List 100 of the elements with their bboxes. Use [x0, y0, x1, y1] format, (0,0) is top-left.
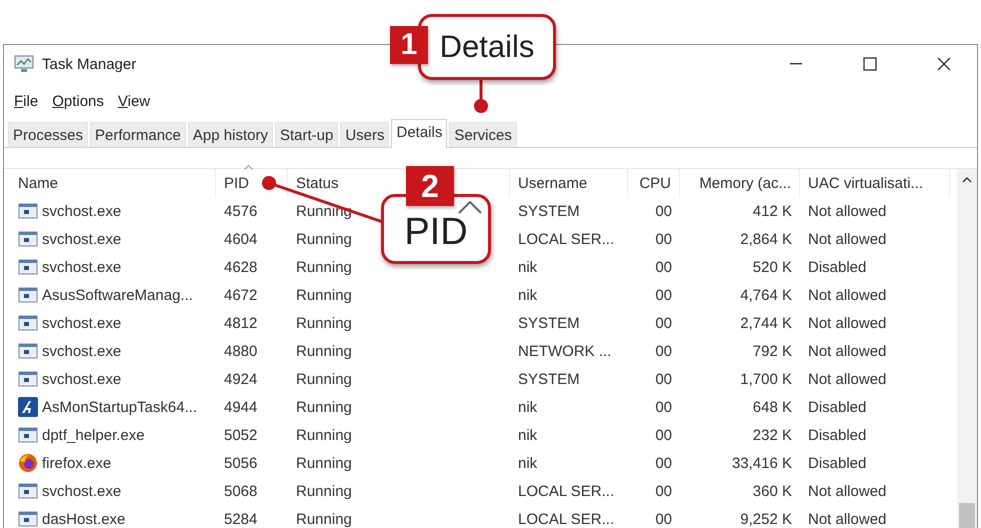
table-cell: 4812 — [224, 314, 258, 332]
table-cell: svchost.exe — [42, 230, 122, 248]
scroll-thumb[interactable] — [959, 503, 975, 528]
table-cell: svchost.exe — [42, 342, 122, 360]
startup-app-icon — [18, 397, 38, 417]
table-cell: Not allowed — [808, 510, 886, 528]
table-cell: 232 K — [752, 426, 792, 444]
table-cell: nik — [518, 454, 538, 472]
table-cell: dasHost.exe — [42, 510, 126, 528]
table-cell: Not allowed — [808, 482, 886, 500]
table-cell: Running — [296, 342, 352, 360]
table-cell: svchost.exe — [42, 258, 122, 276]
table-cell: Running — [296, 454, 352, 472]
table-cell: 2,864 K — [740, 230, 792, 248]
table-cell: 4,764 K — [740, 286, 792, 304]
window-title: Task Manager — [42, 56, 136, 72]
window-icon — [18, 231, 38, 247]
table-cell: Running — [296, 482, 352, 500]
table-cell: 00 — [655, 286, 672, 304]
table-cell: Running — [296, 286, 352, 304]
tab[interactable]: Services — [449, 122, 517, 147]
table-cell: SYSTEM — [518, 370, 580, 388]
table-cell: Disabled — [808, 398, 866, 416]
table-cell: Not allowed — [808, 342, 886, 360]
table-cell: 1,700 K — [740, 370, 792, 388]
table-cell: 5052 — [224, 426, 258, 444]
scrollbar[interactable] — [957, 169, 977, 528]
table-cell: dptf_helper.exe — [42, 426, 145, 444]
table-cell: 360 K — [752, 482, 792, 500]
window-icon — [18, 511, 38, 527]
window-icon — [18, 259, 38, 275]
close-icon[interactable] — [937, 57, 951, 71]
chart-monitor-icon — [14, 55, 34, 73]
tab[interactable]: Start-up — [274, 122, 338, 147]
table-cell: AsMonStartupTask64... — [42, 398, 198, 416]
table-cell: Running — [296, 510, 352, 528]
window-icon — [18, 315, 38, 331]
tab[interactable]: Processes — [8, 122, 88, 147]
table-cell: 792 K — [752, 342, 792, 360]
column-header[interactable]: Username — [510, 169, 628, 197]
table-cell: SYSTEM — [518, 314, 580, 332]
caret-icon — [458, 201, 482, 214]
table-cell: 33,416 K — [732, 454, 792, 472]
table-cell: Not allowed — [808, 202, 886, 220]
table-cell: 00 — [655, 342, 672, 360]
table-cell: 2,744 K — [740, 314, 792, 332]
column-header[interactable]: Name — [10, 169, 216, 197]
table-cell: 5284 — [224, 510, 258, 528]
table-cell: 00 — [655, 426, 672, 444]
table-cell: firefox.exe — [42, 454, 112, 472]
tab[interactable]: Details — [391, 119, 448, 148]
table-cell: 5068 — [224, 482, 258, 500]
table-cell: nik — [518, 398, 538, 416]
table-cell: 00 — [655, 202, 672, 220]
window-icon — [18, 203, 38, 219]
menu-item[interactable]: Options — [52, 89, 104, 113]
table-cell: 00 — [655, 510, 672, 528]
window-icon — [18, 371, 38, 387]
table-cell: Disabled — [808, 258, 866, 276]
table-cell: 4944 — [224, 398, 258, 416]
table-cell: Not allowed — [808, 370, 886, 388]
table-cell: 648 K — [752, 398, 792, 416]
tab[interactable]: App history — [188, 122, 273, 147]
table-cell: 4604 — [224, 230, 258, 248]
table-cell: 00 — [655, 398, 672, 416]
table-cell: Running — [296, 426, 352, 444]
scroll-up-icon[interactable] — [962, 177, 972, 183]
table-cell: 520 K — [752, 258, 792, 276]
table-cell: 00 — [655, 314, 672, 332]
table-cell: Not allowed — [808, 230, 886, 248]
maximize-icon[interactable] — [863, 57, 877, 71]
column-header[interactable]: Memory (ac... — [680, 169, 800, 197]
table-cell: svchost.exe — [42, 314, 122, 332]
tab[interactable]: Performance — [90, 122, 186, 147]
menu-item[interactable]: File — [14, 89, 38, 113]
table-cell: SYSTEM — [518, 202, 580, 220]
column-header[interactable]: UAC virtualisati... — [800, 169, 950, 197]
table-cell: 4576 — [224, 202, 258, 220]
table-cell: 00 — [655, 370, 672, 388]
window-icon — [18, 343, 38, 359]
table-cell: 00 — [655, 482, 672, 500]
table-cell: 4628 — [224, 258, 258, 276]
table-cell: 412 K — [752, 202, 792, 220]
table-cell: 4924 — [224, 370, 258, 388]
window-icon — [18, 427, 38, 443]
table-cell: svchost.exe — [42, 482, 122, 500]
minimize-icon[interactable] — [790, 63, 802, 65]
table-cell: nik — [518, 258, 538, 276]
table-cell: svchost.exe — [42, 370, 122, 388]
table-cell: Not allowed — [808, 286, 886, 304]
column-header[interactable]: CPU — [628, 169, 680, 197]
table-cell: Disabled — [808, 426, 866, 444]
table-cell: svchost.exe — [42, 202, 122, 220]
callout-label: Details — [418, 14, 556, 80]
table-cell: 00 — [655, 230, 672, 248]
table-cell: NETWORK ... — [518, 342, 612, 360]
tab[interactable]: Users — [340, 122, 390, 147]
menu-item[interactable]: View — [118, 89, 150, 113]
table-cell: LOCAL SER... — [518, 230, 614, 248]
step-number: 1 — [390, 26, 428, 64]
